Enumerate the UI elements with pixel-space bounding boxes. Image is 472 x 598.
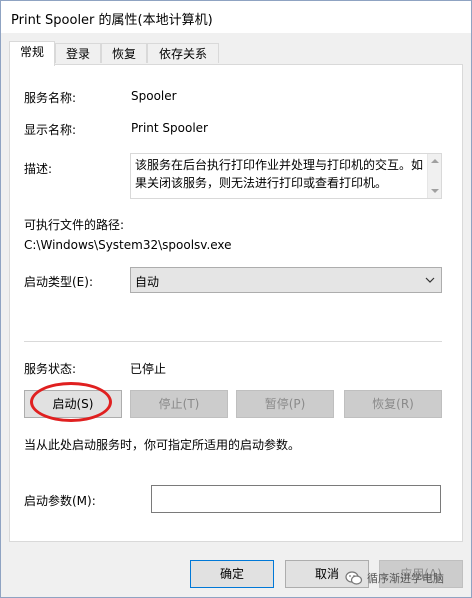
scroll-up-icon[interactable] <box>431 159 439 163</box>
wechat-icon <box>345 571 363 585</box>
description-box[interactable]: 该服务在后台执行打印作业并处理与打印机的交互。如果关闭该服务，则无法进行打印或查… <box>130 153 442 199</box>
scroll-down-icon[interactable] <box>431 189 439 193</box>
start-params-hint: 当从此处启动服务时，你可指定所适用的启动参数。 <box>24 438 301 452</box>
startup-type-select[interactable]: 自动 <box>130 267 442 293</box>
tab-strip: 常规 登录 恢复 依存关系 <box>1 41 471 66</box>
service-name-value: Spooler <box>131 89 177 103</box>
general-panel: 服务名称: Spooler 显示名称: Print Spooler 描述: 该服… <box>9 64 463 542</box>
startup-type-label: 启动类型(E): <box>24 275 93 289</box>
tab-general[interactable]: 常规 <box>9 41 55 66</box>
service-status-label: 服务状态: <box>24 362 77 376</box>
description-text: 该服务在后台执行打印作业并处理与打印机的交互。如果关闭该服务，则无法进行打印或查… <box>135 158 424 190</box>
window-title: Print Spooler 的属性(本地计算机) <box>11 13 213 28</box>
tab-dependencies[interactable]: 依存关系 <box>147 43 219 63</box>
service-name-label: 服务名称: <box>24 91 77 105</box>
exe-path-label: 可执行文件的路径: <box>24 218 125 232</box>
resume-button[interactable]: 恢复(R) <box>344 390 442 418</box>
watermark-text: 循序渐进学电脑 <box>367 572 444 585</box>
start-button[interactable]: 启动(S) <box>24 390 122 418</box>
description-label: 描述: <box>24 162 53 176</box>
exe-path-value: C:\Windows\System32\spoolsv.exe <box>24 238 232 252</box>
divider <box>24 341 442 342</box>
ok-button[interactable]: 确定 <box>190 560 274 588</box>
title-bar: Print Spooler 的属性(本地计算机) <box>1 1 471 33</box>
start-params-label: 启动参数(M): <box>24 494 96 508</box>
pause-button[interactable]: 暂停(P) <box>236 390 334 418</box>
watermark: 循序渐进学电脑 <box>345 567 444 589</box>
chevron-down-icon <box>425 277 435 283</box>
tab-logon[interactable]: 登录 <box>55 43 101 63</box>
description-scrollbar[interactable] <box>427 154 441 198</box>
startup-type-value: 自动 <box>135 275 160 289</box>
service-status-value: 已停止 <box>130 362 167 376</box>
properties-window: Print Spooler 的属性(本地计算机) 常规 登录 恢复 依存关系 服… <box>0 0 472 598</box>
display-name-label: 显示名称: <box>24 123 77 137</box>
display-name-value[interactable]: Print Spooler <box>131 121 208 135</box>
tab-recovery[interactable]: 恢复 <box>101 43 147 63</box>
start-params-input[interactable] <box>151 485 441 513</box>
stop-button[interactable]: 停止(T) <box>130 390 228 418</box>
